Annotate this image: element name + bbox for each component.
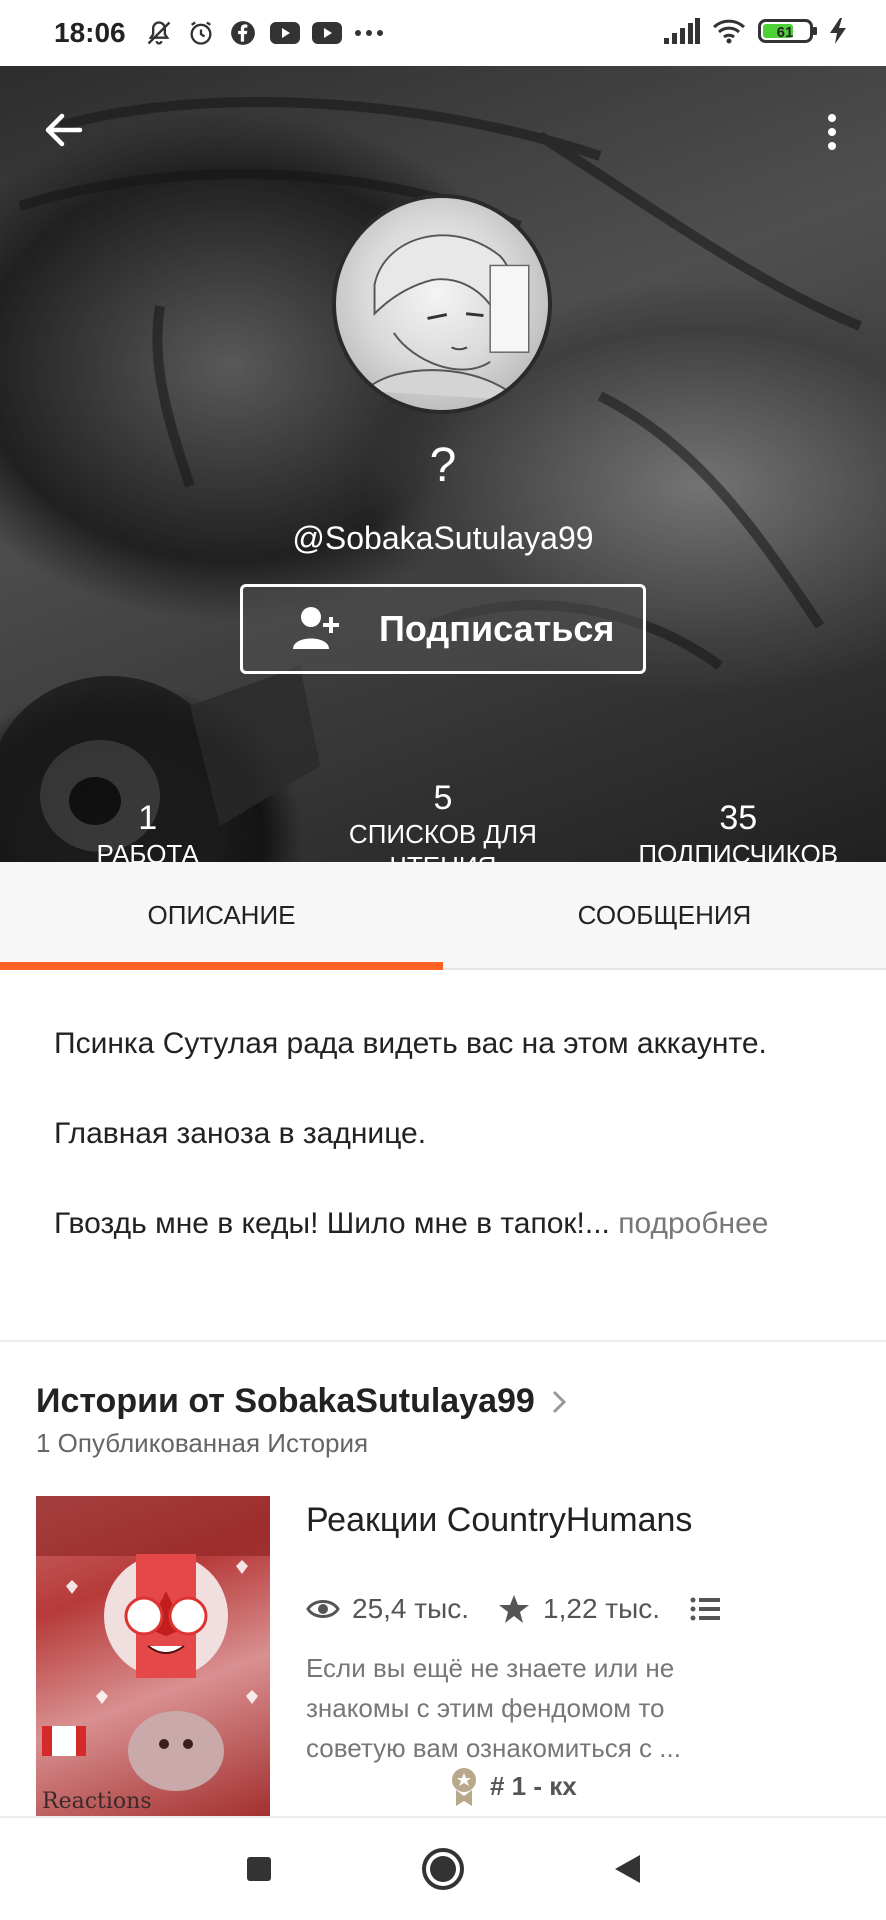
recents-button[interactable] [237,1847,281,1891]
display-name: ? [429,439,457,492]
story-stats: 25,4 тыс. 1,22 тыс. [306,1592,734,1626]
story-cover-caption: Reactions [42,1789,152,1814]
star-icon [499,1595,530,1623]
alarm-icon [186,18,216,48]
facebook-icon [228,18,258,48]
story-rank-label: # 1 - кх [490,1770,577,1801]
charging-icon [830,17,846,49]
tab-description[interactable]: ОПИСАНИЕ [0,862,443,970]
chevron-right-icon [552,1390,566,1413]
stories-subtitle: 1 Опубликованная История [36,1428,369,1458]
circle-home-icon [422,1848,464,1890]
back-nav-button[interactable] [605,1847,649,1891]
story-reads: 25,4 тыс. [352,1593,470,1624]
stat-reading-lists-value: 5 [433,779,453,817]
square-icon [247,1857,271,1881]
triangle-back-icon [615,1855,640,1883]
story-description: Если вы ещё не знаете или не знакомы с э… [306,1653,681,1763]
username: @SobakaSutulaya99 [292,520,594,556]
tab-messages[interactable]: СООБЩЕНИЯ [443,862,886,968]
wifi-icon [712,18,746,49]
more-options-button[interactable] [812,108,852,156]
system-nav-bar [0,1816,886,1920]
more-dots-icon [354,18,384,48]
stat-followers[interactable]: 35 ПОДПИСЧИКОВ [591,778,886,862]
description-line: Гвоздь мне в кеды! Шило мне в тапок!... … [54,1206,832,1242]
follow-button-label: Подписаться [379,608,615,649]
youtube-icon [269,18,300,48]
signal-icon [664,17,700,49]
stat-works[interactable]: 1 РАБОТА [0,778,295,862]
stories-title: Истории от SobakaSutulaya99 [36,1382,535,1420]
status-icons-left [144,18,384,48]
eye-icon [306,1600,340,1618]
back-button[interactable] [40,106,88,154]
stat-followers-label: ПОДПИСЧИКОВ [638,839,839,862]
rank-badge-icon [452,1768,476,1806]
story-title[interactable]: Реакции CountryHumans [306,1498,726,1542]
status-bar: 18:06 61 [0,0,886,66]
stat-reading-lists[interactable]: 5 СПИСКОВ ДЛЯ ЧТЕНИЯ [295,778,590,862]
description-line: Псинка Сутулая рада видеть вас на этом а… [54,1027,767,1060]
story-votes: 1,22 тыс. [543,1593,661,1624]
stat-works-value: 1 [138,799,158,837]
arrow-left-icon [45,113,83,147]
profile-stats: 1 РАБОТА 5 СПИСКОВ ДЛЯ ЧТЕНИЯ 35 ПОДПИСЧ… [0,778,886,862]
add-user-icon [293,607,339,649]
stories-header[interactable]: Истории от SobakaSutulaya99 [36,1382,569,1421]
story-rank: # 1 - кх [448,1766,577,1806]
profile-description: Псинка Сутулая рада видеть вас на этом а… [0,970,886,1340]
description-text: Гвоздь мне в кеды! Шило мне в тапок!... [54,1207,610,1240]
bell-off-icon [144,18,174,48]
status-time: 18:06 [54,17,126,48]
follow-button[interactable]: Подписаться [240,584,646,674]
section-divider [0,1340,886,1342]
stat-works-label: РАБОТА [96,839,199,862]
kebab-menu-icon [828,114,836,150]
battery-icon: 61 [758,17,818,50]
profile-tabs: ОПИСАНИЕ СООБЩЕНИЯ [0,862,886,970]
story-cover-art [36,1496,270,1791]
list-icon [690,1597,721,1621]
avatar[interactable] [332,194,552,414]
stat-followers-value: 35 [719,799,758,837]
read-more-link[interactable]: подробнее [610,1207,768,1240]
home-button[interactable] [421,1847,465,1891]
youtube-icon [311,18,342,48]
story-cover[interactable]: Reactions [36,1496,270,1816]
stat-reading-lists-label: СПИСКОВ ДЛЯ ЧТЕНИЯ [348,819,537,862]
description-line: Главная заноза в заднице. [54,1117,427,1150]
profile-header: ? @SobakaSutulaya99 Подписаться 1 РАБОТА… [0,66,886,862]
svg-text:61: 61 [777,24,794,41]
avatar-image [364,234,530,402]
status-icons-right: 61 [664,17,846,50]
